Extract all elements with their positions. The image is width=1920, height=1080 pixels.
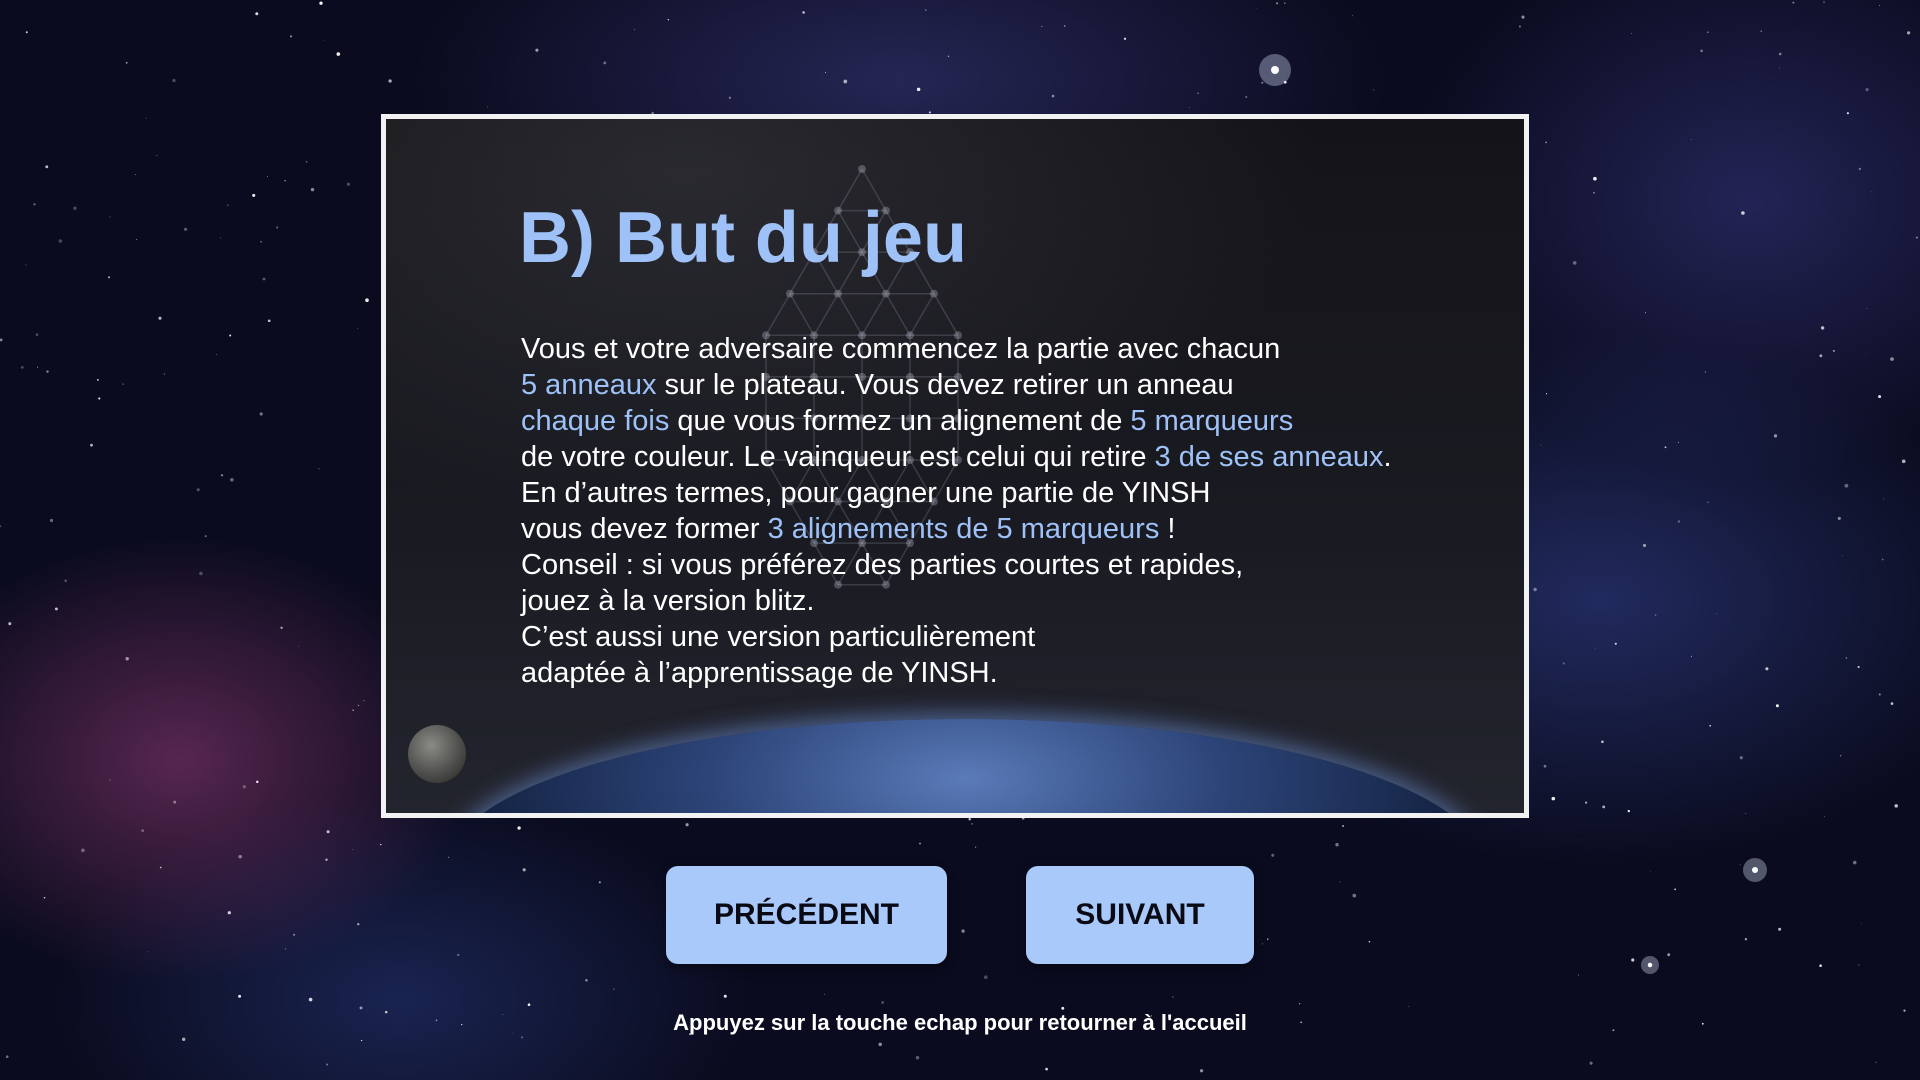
text-segment: vous devez former — [521, 513, 768, 545]
text-segment: Vous et votre adversaire commencez la pa… — [521, 333, 1281, 365]
moon-decoration — [408, 725, 466, 783]
text-segment: ! — [1159, 513, 1176, 545]
text-segment: de votre couleur. Le vainqueur est celui… — [521, 441, 1155, 473]
highlighted-text: 5 marqueurs — [1130, 405, 1294, 437]
rules-line: Vous et votre adversaire commencez la pa… — [521, 331, 1511, 367]
rules-line: Conseil : si vous préférez des parties c… — [521, 547, 1511, 583]
rules-text: Vous et votre adversaire commencez la pa… — [521, 331, 1511, 691]
text-segment: En d’autres termes, pour gagner une part… — [521, 477, 1211, 509]
highlighted-text: 3 alignements de 5 marqueurs — [767, 513, 1160, 545]
text-segment: C’est aussi une version particulièrement — [521, 621, 1036, 653]
slide-title: B) But du jeu — [519, 198, 967, 278]
rules-line: de votre couleur. Le vainqueur est celui… — [521, 439, 1511, 475]
text-segment: jouez à la version blitz. — [521, 585, 815, 617]
rules-line: vous devez former 3 alignements de 5 mar… — [521, 511, 1511, 547]
rules-line: C’est aussi une version particulièrement — [521, 619, 1511, 655]
text-segment: adaptée à l’apprentissage de YINSH. — [521, 657, 998, 689]
next-button[interactable]: SUIVANT — [1026, 866, 1254, 964]
rules-panel: B) But du jeu Vous et votre adversaire c… — [381, 114, 1529, 818]
text-segment: . — [1383, 441, 1392, 473]
highlighted-text: 3 de ses anneaux — [1154, 441, 1384, 473]
text-segment: Conseil : si vous préférez des parties c… — [521, 549, 1244, 581]
previous-button[interactable]: PRÉCÉDENT — [666, 866, 947, 964]
highlighted-text: 5 anneaux — [521, 369, 657, 401]
highlighted-text: chaque fois — [521, 405, 670, 437]
rules-line: En d’autres termes, pour gagner une part… — [521, 475, 1511, 511]
rules-line: adaptée à l’apprentissage de YINSH. — [521, 655, 1511, 691]
rules-line: jouez à la version blitz. — [521, 583, 1511, 619]
text-segment: sur le plateau. Vous devez retirer un an… — [656, 369, 1234, 401]
earth-decoration — [446, 719, 1486, 813]
text-segment: que vous formez un alignement de — [669, 405, 1131, 437]
rules-line: chaque fois que vous formez un alignemen… — [521, 403, 1511, 439]
rules-line: 5 anneaux sur le plateau. Vous devez ret… — [521, 367, 1511, 403]
escape-hint: Appuyez sur la touche echap pour retourn… — [673, 1010, 1247, 1035]
